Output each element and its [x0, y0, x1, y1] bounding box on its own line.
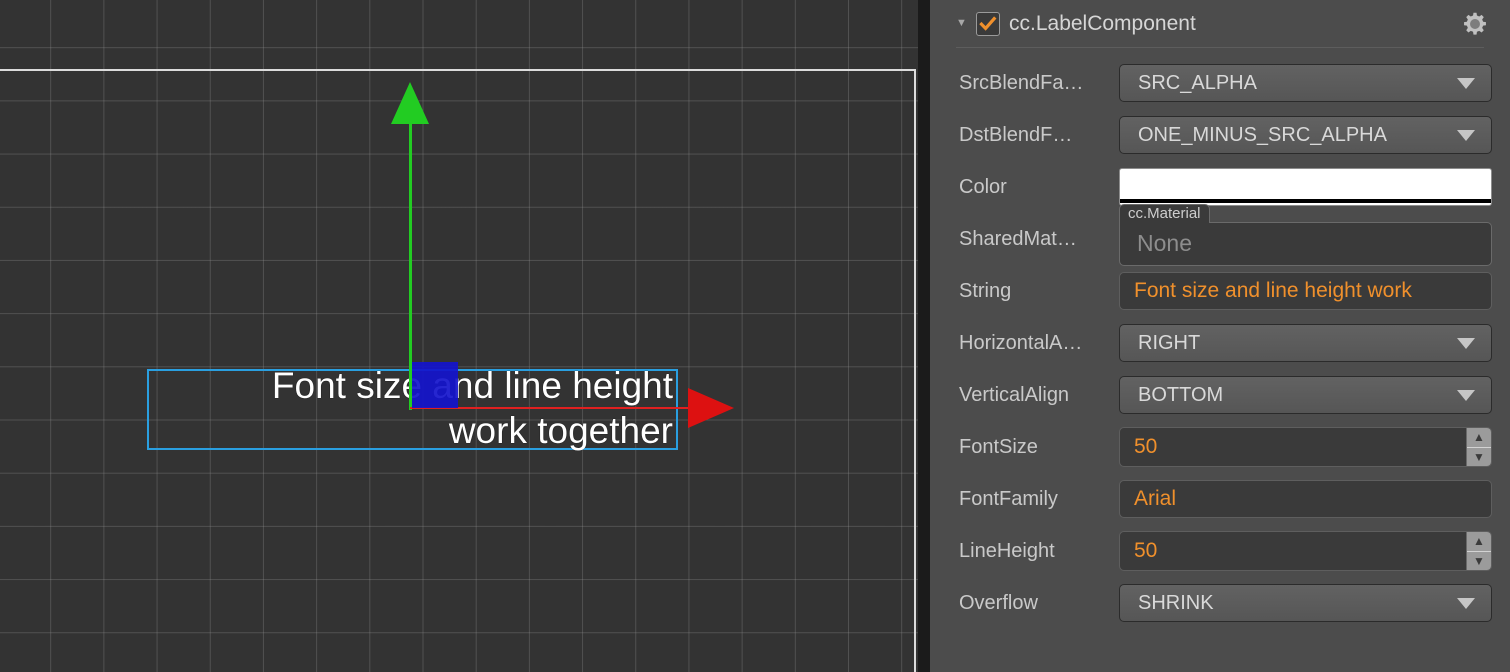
property-label-vertical-align: VerticalAlign — [959, 383, 1070, 406]
gizmo-x-axis-arrow-icon[interactable] — [688, 388, 734, 428]
property-row-font-size: FontSize 50 ▲ ▼ — [930, 421, 1510, 473]
input-font-family[interactable]: Arial — [1119, 480, 1492, 518]
stepper-line-height[interactable]: ▲ ▼ — [1466, 532, 1491, 570]
property-label-dst-blend-factor: DstBlendF… — [959, 123, 1073, 146]
asset-value-shared-material[interactable]: None — [1119, 221, 1492, 266]
property-field-wrap-dst-blend-factor: ONE_MINUS_SRC_ALPHA — [1119, 116, 1492, 154]
asset-field-shared-material[interactable]: cc.Material None — [1119, 203, 1492, 270]
chevron-down-icon — [1457, 389, 1475, 401]
number-value-line-height: 50 — [1134, 539, 1158, 562]
property-row-vertical-align: VerticalAlign BOTTOM — [930, 369, 1510, 421]
number-value-font-size: 50 — [1134, 435, 1158, 458]
stepper-font-size[interactable]: ▲ ▼ — [1466, 428, 1491, 466]
dropdown-value-src-blend-factor: SRC_ALPHA — [1138, 71, 1257, 94]
property-row-line-height: LineHeight 50 ▲ ▼ — [930, 525, 1510, 577]
property-label-horizontal-align: HorizontalA… — [959, 331, 1083, 354]
property-field-wrap-font-family: Arial — [1119, 480, 1492, 518]
property-field-wrap-string: Font size and line height work — [1119, 272, 1492, 310]
dropdown-value-vertical-align: BOTTOM — [1138, 383, 1224, 406]
property-row-font-family: FontFamily Arial — [930, 473, 1510, 525]
check-icon — [979, 15, 997, 31]
property-row-string: String Font size and line height work — [930, 265, 1510, 317]
stepper-up-icon[interactable]: ▲ — [1467, 532, 1491, 551]
gizmo-y-axis-arrow-icon[interactable] — [391, 82, 429, 124]
color-swatch-color[interactable] — [1119, 168, 1492, 206]
dropdown-dst-blend-factor[interactable]: ONE_MINUS_SRC_ALPHA — [1119, 116, 1492, 154]
stepper-up-icon[interactable]: ▲ — [1467, 428, 1491, 447]
property-field-wrap-vertical-align: BOTTOM — [1119, 376, 1492, 414]
chevron-down-icon — [1457, 597, 1475, 609]
property-row-dst-blend-factor: DstBlendF… ONE_MINUS_SRC_ALPHA — [930, 109, 1510, 161]
property-row-src-blend-factor: SrcBlendFa… SRC_ALPHA — [930, 57, 1510, 109]
gizmo-center-handle[interactable] — [412, 362, 458, 408]
dropdown-horizontal-align[interactable]: RIGHT — [1119, 324, 1492, 362]
editor-window: Font size and line height work together … — [0, 0, 1510, 672]
triangle-down-icon[interactable]: ▼ — [956, 18, 970, 29]
number-input-font-size[interactable]: 50 ▲ ▼ — [1119, 427, 1492, 467]
chevron-down-icon — [1457, 337, 1475, 349]
chevron-down-icon — [1457, 77, 1475, 89]
number-input-line-height[interactable]: 50 ▲ ▼ — [1119, 531, 1492, 571]
dropdown-value-dst-blend-factor: ONE_MINUS_SRC_ALPHA — [1138, 123, 1387, 146]
dropdown-value-overflow: SHRINK — [1138, 591, 1214, 614]
dropdown-vertical-align[interactable]: BOTTOM — [1119, 376, 1492, 414]
inspector-panel: ▼ cc.LabelComponent SrcBlendFa… SRC_ALPHA… — [930, 0, 1510, 672]
alpha-bar — [1120, 199, 1491, 203]
property-field-wrap-shared-material: cc.Material None — [1119, 203, 1492, 270]
property-label-src-blend-factor: SrcBlendFa… — [959, 71, 1084, 94]
property-field-wrap-src-blend-factor: SRC_ALPHA — [1119, 64, 1492, 102]
component-title: cc.LabelComponent — [1009, 11, 1196, 35]
property-label-shared-material: SharedMat… — [959, 227, 1077, 250]
dropdown-overflow[interactable]: SHRINK — [1119, 584, 1492, 622]
gear-icon[interactable] — [1462, 11, 1488, 37]
property-row-color: Color — [930, 161, 1510, 213]
component-header: ▼ cc.LabelComponent — [930, 0, 1510, 47]
panel-divider[interactable] — [918, 0, 930, 672]
property-field-wrap-color — [1119, 168, 1492, 206]
property-label-overflow: Overflow — [959, 591, 1038, 614]
property-label-font-family: FontFamily — [959, 487, 1058, 510]
property-field-wrap-font-size: 50 ▲ ▼ — [1119, 427, 1492, 467]
property-label-color: Color — [959, 175, 1007, 198]
property-label-string: String — [959, 279, 1012, 302]
property-row-horizontal-align: HorizontalA… RIGHT — [930, 317, 1510, 369]
component-enabled-checkbox[interactable] — [976, 11, 1000, 36]
property-field-wrap-horizontal-align: RIGHT — [1119, 324, 1492, 362]
chevron-down-icon — [1457, 129, 1475, 141]
property-rows: SrcBlendFa… SRC_ALPHA DstBlendF… ONE_MINUS_… — [930, 48, 1510, 629]
property-field-wrap-overflow: SHRINK — [1119, 584, 1492, 622]
property-label-font-size: FontSize — [959, 435, 1038, 458]
property-row-shared-material: SharedMat… cc.Material None — [930, 203, 1510, 266]
stepper-down-icon[interactable]: ▼ — [1467, 552, 1491, 571]
input-string[interactable]: Font size and line height work — [1119, 272, 1492, 310]
dropdown-value-horizontal-align: RIGHT — [1138, 331, 1201, 354]
scene-view[interactable]: Font size and line height work together — [0, 0, 930, 672]
asset-type-tab-shared-material: cc.Material — [1119, 203, 1210, 223]
property-row-overflow: Overflow SHRINK — [930, 577, 1510, 629]
property-field-wrap-line-height: 50 ▲ ▼ — [1119, 531, 1492, 571]
dropdown-src-blend-factor[interactable]: SRC_ALPHA — [1119, 64, 1492, 102]
stepper-down-icon[interactable]: ▼ — [1467, 448, 1491, 467]
property-label-line-height: LineHeight — [959, 539, 1055, 562]
